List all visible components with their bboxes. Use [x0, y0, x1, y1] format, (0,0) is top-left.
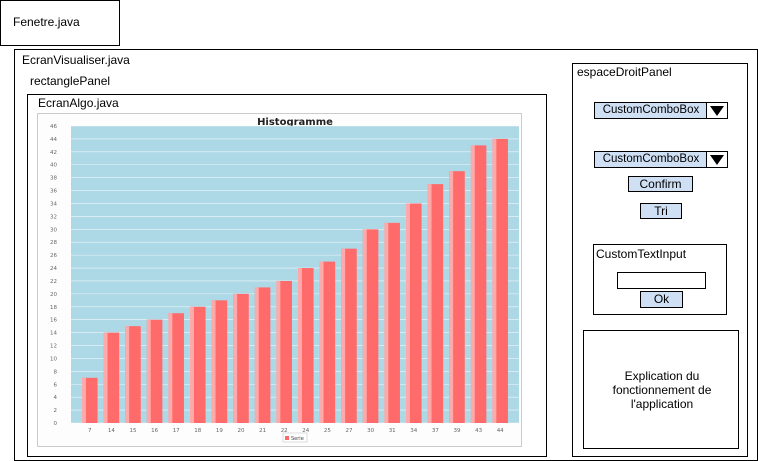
fenetre-label-box: Fenetre.java: [0, 0, 120, 46]
bar-highlight: [168, 313, 173, 423]
x-tick-label: 18: [194, 428, 201, 434]
x-tick-label: 16: [151, 428, 158, 434]
y-tick-label: 36: [50, 189, 57, 195]
y-tick-label: 26: [50, 253, 57, 259]
combo-box-2-value: CustomComboBox: [602, 153, 700, 165]
legend-label: Serie: [291, 436, 304, 442]
bar-highlight: [298, 268, 302, 423]
x-tick-label: 21: [259, 428, 266, 434]
bar-highlight: [492, 138, 497, 424]
y-tick-label: 14: [50, 331, 57, 337]
x-tick-label: 44: [497, 428, 504, 434]
ecran-algo-label: EcranAlgo.java: [38, 96, 119, 110]
x-tick-label: 15: [130, 428, 137, 434]
ecran-visualiser-label: EcranVisualiser.java: [22, 53, 130, 67]
legend-swatch: [285, 436, 289, 440]
y-tick-label: 44: [50, 137, 57, 143]
custom-text-input-label: CustomTextInput: [596, 247, 687, 261]
y-tick-label: 10: [50, 356, 57, 362]
histogram-chart: Histogramme 0 2 4 6 8 10 12 14 16 18 20 22 24 26 28 30 32…: [37, 113, 522, 447]
bar-highlight: [319, 261, 324, 423]
combo-box-1-value: CustomComboBox: [602, 104, 700, 116]
bar-highlight: [362, 229, 367, 423]
espace-droit-label: espaceDroitPanel: [577, 65, 672, 79]
histogram-svg: Histogramme02468101214161820222426283032…: [50, 117, 519, 443]
x-tick-label: 31: [389, 428, 396, 434]
bar-highlight: [125, 326, 130, 423]
x-tick-label: 19: [216, 428, 223, 434]
y-tick-label: 42: [50, 150, 57, 156]
explication-panel: Explication du fonctionnement de l'appli…: [583, 330, 739, 449]
bar-highlight: [427, 184, 432, 423]
fenetre-label: Fenetre.java: [13, 15, 80, 29]
tri-button[interactable]: Tri: [640, 203, 682, 219]
bar-highlight: [254, 287, 259, 423]
bar-highlight: [276, 280, 281, 423]
custom-text-input-panel: CustomTextInput Ok: [593, 244, 727, 315]
y-tick-label: 6: [54, 382, 58, 388]
y-tick-label: 32: [50, 214, 57, 220]
bar-highlight: [449, 171, 454, 423]
y-tick-label: 8: [54, 369, 58, 375]
x-tick-label: 30: [367, 428, 374, 434]
bar-highlight: [211, 300, 216, 423]
chevron-down-icon[interactable]: [706, 103, 727, 118]
bar-highlight: [103, 332, 108, 423]
chevron-down-icon[interactable]: [706, 152, 727, 167]
x-tick-label: 17: [173, 428, 180, 434]
explication-text: Explication du fonctionnement de l'appli…: [612, 369, 712, 411]
combo-box-1[interactable]: CustomComboBox: [594, 102, 728, 119]
bar-highlight: [406, 203, 410, 423]
y-tick-label: 38: [50, 176, 57, 182]
y-tick-label: 16: [50, 318, 57, 324]
combo-box-2[interactable]: CustomComboBox: [594, 151, 728, 168]
x-tick-label: 37: [432, 428, 439, 434]
y-tick-label: 0: [54, 421, 58, 427]
y-tick-label: 28: [50, 240, 57, 246]
bar-highlight: [233, 293, 238, 423]
bar-highlight: [82, 377, 86, 423]
x-tick-label: 34: [410, 428, 417, 434]
y-tick-label: 24: [50, 266, 57, 272]
x-tick-label: 25: [324, 428, 331, 434]
y-tick-label: 20: [50, 292, 57, 298]
y-tick-label: 22: [50, 279, 57, 285]
y-tick-label: 40: [50, 163, 57, 169]
confirm-button[interactable]: Confirm: [628, 176, 693, 192]
bar-highlight: [341, 248, 346, 423]
y-tick-label: 34: [50, 201, 57, 207]
x-tick-label: 39: [454, 428, 461, 434]
bar-highlight: [384, 222, 389, 423]
ok-button[interactable]: Ok: [640, 291, 683, 308]
x-tick-label: 27: [346, 428, 353, 434]
bar-highlight: [470, 145, 475, 423]
bar-highlight: [190, 306, 194, 423]
x-tick-label: 20: [238, 428, 245, 434]
y-tick-label: 46: [50, 124, 57, 130]
x-tick-label: 43: [475, 428, 482, 434]
text-input-field[interactable]: [617, 272, 706, 289]
y-tick-label: 2: [54, 408, 58, 414]
bar-highlight: [146, 319, 151, 423]
y-tick-label: 30: [50, 227, 57, 233]
x-tick-label: 14: [108, 428, 115, 434]
rectangle-panel-label: rectanglePanel: [30, 74, 111, 88]
y-tick-label: 12: [50, 344, 57, 350]
y-tick-label: 18: [50, 305, 57, 311]
y-tick-label: 4: [54, 395, 58, 401]
x-tick-label: 7: [88, 428, 92, 434]
